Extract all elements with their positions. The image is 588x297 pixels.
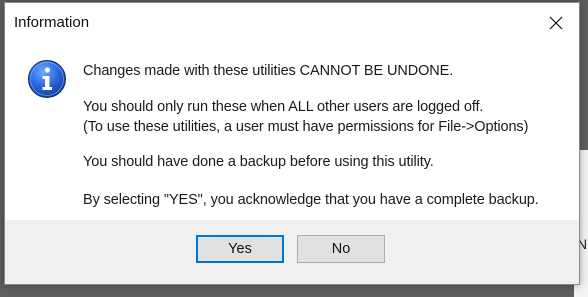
message-line-users-logged-off: You should only run these when ALL other… — [83, 99, 484, 115]
dialog-button-bar: Yes No — [5, 220, 579, 284]
info-icon — [28, 60, 66, 98]
close-button[interactable] — [533, 3, 579, 43]
message-line-acknowledge: By selecting "YES", you acknowledge that… — [83, 192, 539, 208]
yes-button[interactable]: Yes — [196, 235, 284, 263]
dialog-titlebar[interactable]: Information — [5, 3, 579, 43]
message-line-permissions: (To use these utilities, a user must hav… — [83, 119, 529, 135]
message-line-backup: You should have done a backup before usi… — [83, 154, 434, 170]
close-icon — [549, 16, 563, 30]
dialog-title: Information — [14, 14, 90, 31]
dialog-body: Changes made with these utilities CANNOT… — [5, 43, 579, 220]
information-dialog: Information Changes made with these util… — [4, 2, 580, 285]
no-button[interactable]: No — [297, 235, 385, 263]
message-line-undone-warning: Changes made with these utilities CANNOT… — [83, 63, 454, 79]
